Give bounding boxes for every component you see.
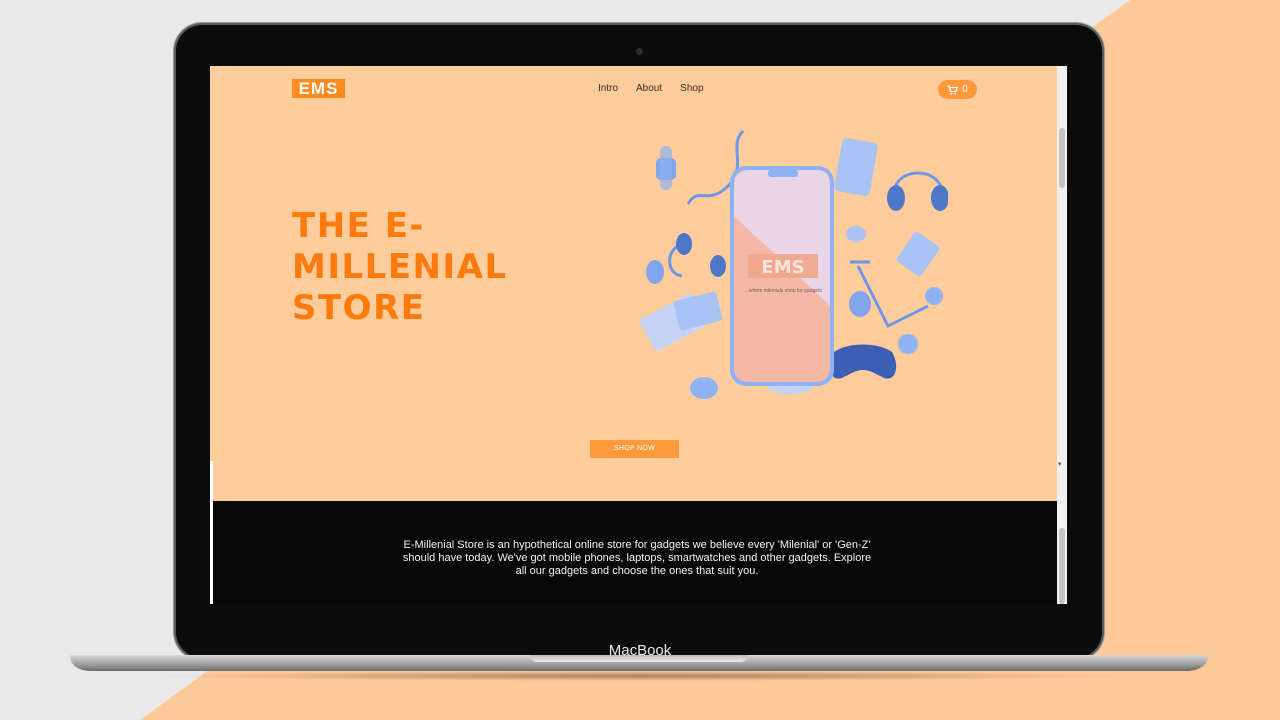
webcam — [636, 48, 643, 55]
phone-logo: EMS — [761, 257, 804, 278]
nav-link-shop[interactable]: Shop — [680, 83, 703, 94]
cart-count: 0 — [962, 84, 968, 95]
site-logo[interactable]: EMS — [292, 79, 345, 98]
about-text: E-Millenial Store is an hypothetical onl… — [402, 539, 872, 577]
site-navbar: EMS Intro About Shop 0 — [210, 66, 1067, 111]
scroll-down-arrow-icon[interactable]: ▾ — [1058, 460, 1062, 468]
nav-links: Intro About Shop — [598, 83, 722, 94]
phone-tagline: ..where milenials shop for gadgets — [746, 288, 822, 294]
scrollbar-thumb[interactable] — [1059, 128, 1065, 188]
nav-link-about[interactable]: About — [636, 83, 662, 94]
cart-button[interactable]: 0 — [938, 80, 977, 99]
cart-icon — [947, 84, 959, 94]
shop-now-button[interactable]: SHOP NOW — [590, 440, 679, 458]
nav-link-intro[interactable]: Intro — [598, 83, 618, 94]
browser-viewport: EMS Intro About Shop 0 THE E-MILLENIAL S… — [210, 66, 1067, 604]
scrollbar[interactable]: ▾ — [1057, 66, 1067, 604]
hero-title: THE E-MILLENIAL STORE — [292, 206, 508, 328]
scrollbar-thumb-lower[interactable] — [1059, 528, 1065, 604]
laptop-lid-notch — [530, 655, 748, 662]
about-section: E-Millenial Store is an hypothetical onl… — [213, 501, 1057, 604]
laptop-shadow — [150, 671, 1130, 681]
gadgets-illustration: EMS ..where milenials shop for gadgets — [640, 129, 948, 399]
